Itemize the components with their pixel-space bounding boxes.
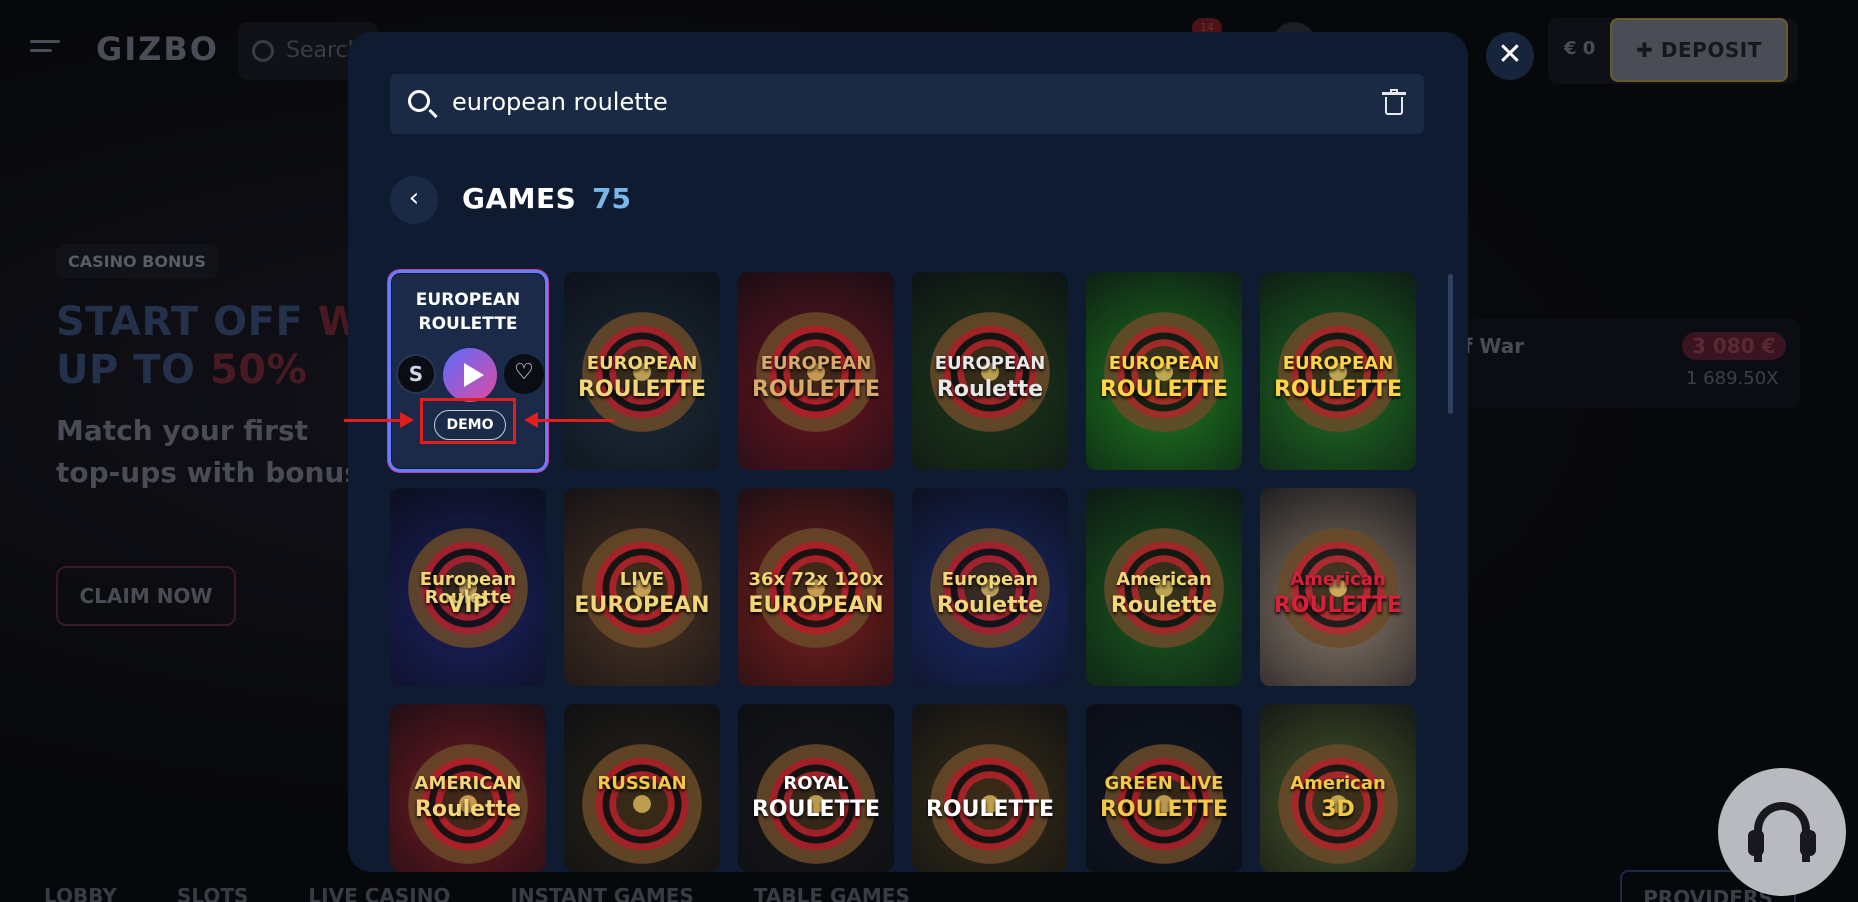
- game-art-text: ROULETTE: [577, 377, 707, 403]
- game-card[interactable]: American ROULETTE: [1260, 488, 1416, 686]
- game-art-text: GREEN LIVE: [1104, 772, 1224, 794]
- back-button[interactable]: ‹: [390, 176, 438, 224]
- game-art-text: EUROPEAN: [760, 353, 872, 375]
- support-chat-button[interactable]: [1718, 768, 1846, 896]
- play-button[interactable]: [443, 348, 497, 402]
- bottom-category-nav: LOBBY SLOTS LIVE CASINO INSTANT GAMES TA…: [44, 884, 910, 902]
- game-card[interactable]: LIVE EUROPEAN: [564, 488, 720, 686]
- search-icon: [252, 40, 274, 62]
- game-card[interactable]: EUROPEAN ROULETTE: [1260, 272, 1416, 470]
- games-count: 75: [592, 182, 631, 215]
- game-art-text: EUROPEAN: [574, 593, 710, 619]
- deposit-button[interactable]: ✚ DEPOSIT: [1610, 18, 1788, 82]
- nav-lobby[interactable]: LOBBY: [44, 884, 117, 902]
- win-multiplier: 1 689.50X: [1686, 368, 1779, 389]
- annotation-arrow-left: [524, 412, 614, 428]
- game-title: EUROPEAN ROULETTE: [392, 288, 544, 336]
- modal-search-input[interactable]: european roulette: [390, 74, 1424, 134]
- game-art-text: 36x 72x 120x: [748, 569, 884, 591]
- game-art-text: ROULETTE: [751, 377, 881, 403]
- balance-value: € 0: [1564, 38, 1596, 59]
- game-art-text: 3D: [1321, 796, 1355, 822]
- nav-live-casino[interactable]: LIVE CASINO: [308, 884, 450, 902]
- game-art-text: European: [941, 569, 1039, 591]
- game-card[interactable]: AMERICAN Roulette: [390, 704, 546, 872]
- casino-bonus-badge: CASINO BONUS: [56, 244, 218, 279]
- hero-title-part: UP TO: [56, 347, 210, 393]
- nav-instant-games[interactable]: INSTANT GAMES: [510, 884, 693, 902]
- roulette-wheel-art: [582, 744, 702, 864]
- hero-title: START OFF WI UP TO 50%: [56, 298, 378, 394]
- hero-subtitle-line: Match your first: [56, 414, 309, 447]
- game-card[interactable]: American 3D: [1260, 704, 1416, 872]
- game-title-line: EUROPEAN: [415, 290, 521, 310]
- search-value: european roulette: [452, 88, 668, 116]
- hero-title-part: START OFF: [56, 299, 318, 345]
- modal-scrollbar[interactable]: [1448, 274, 1453, 414]
- game-card[interactable]: EUROPEAN ROULETTE: [738, 272, 894, 470]
- game-card[interactable]: ROULETTE: [912, 704, 1068, 872]
- nav-table-games[interactable]: TABLE GAMES: [754, 884, 910, 902]
- headset-icon-right: [1800, 830, 1816, 856]
- game-art-text: American: [1116, 569, 1212, 591]
- close-modal-button[interactable]: ✕: [1486, 32, 1534, 80]
- game-card[interactable]: European Roulette: [912, 488, 1068, 686]
- game-art-text: RUSSIAN: [597, 772, 687, 794]
- menu-icon[interactable]: [30, 40, 60, 60]
- game-art-text: ROYAL: [783, 772, 849, 794]
- game-card[interactable]: ROYAL ROULETTE: [738, 704, 894, 872]
- hero-subtitle: Match your first top-ups with bonuse: [56, 410, 380, 494]
- game-card[interactable]: EUROPEAN ROULETTE: [564, 272, 720, 470]
- hero-title-part: 50%: [209, 347, 308, 393]
- game-art-text: EUROPEAN: [934, 353, 1046, 375]
- game-card[interactable]: 36x 72x 120x EUROPEAN: [738, 488, 894, 686]
- deposit-label: DEPOSIT: [1660, 38, 1762, 62]
- claim-now-button[interactable]: CLAIM NOW: [56, 566, 236, 626]
- game-art-text: ROULETTE: [1273, 593, 1403, 619]
- game-art-text: ROULETTE: [1099, 796, 1229, 822]
- game-card[interactable]: RUSSIAN: [564, 704, 720, 872]
- game-title-line: ROULETTE: [418, 314, 518, 334]
- game-art-text: VIP: [447, 593, 489, 619]
- game-art-text: American: [1290, 569, 1386, 591]
- search-modal: european roulette ‹ GAMES 75 EUROPEAN RO…: [348, 32, 1468, 872]
- section-title: GAMES: [462, 182, 577, 215]
- game-art-text: EUROPEAN: [748, 593, 884, 619]
- game-art-text: ROULETTE: [751, 796, 881, 822]
- game-card[interactable]: European Roulette VIP: [390, 488, 546, 686]
- game-card[interactable]: EUROPEAN ROULETTE: [1086, 272, 1242, 470]
- game-art-text: Roulette: [936, 593, 1044, 619]
- game-art-text: EUROPEAN: [1108, 353, 1220, 375]
- game-art-text: American: [1290, 772, 1386, 794]
- game-art-text: Roulette: [936, 377, 1044, 403]
- game-art-text: EUROPEAN: [1282, 353, 1394, 375]
- hero-subtitle-line: top-ups with bonuse: [56, 456, 381, 489]
- clear-search-icon[interactable]: [1382, 89, 1406, 115]
- win-amount: 3 080 €: [1682, 332, 1786, 360]
- game-art-text: LIVE: [619, 569, 665, 591]
- demo-highlight-box: [420, 398, 516, 444]
- game-art-text: Roulette: [1110, 593, 1218, 619]
- game-art-text: ROULETTE: [1273, 377, 1403, 403]
- search-icon: [408, 90, 430, 112]
- game-card[interactable]: GREEN LIVE ROULETTE: [1086, 704, 1242, 872]
- game-art-text: AMERICAN: [414, 772, 522, 794]
- favorite-heart-icon[interactable]: ♡: [504, 354, 544, 394]
- provider-icon: S: [396, 354, 436, 394]
- app-screen: GIZBO Search 14 € 0 ✚ DEPOSIT CASINO BON…: [0, 0, 1858, 902]
- nav-slots[interactable]: SLOTS: [177, 884, 248, 902]
- annotation-arrow-right: [344, 412, 414, 428]
- headset-icon-left: [1748, 830, 1764, 856]
- site-logo[interactable]: GIZBO: [96, 30, 219, 68]
- game-art-text: ROULETTE: [925, 796, 1055, 822]
- game-card[interactable]: EUROPEAN Roulette: [912, 272, 1068, 470]
- game-art-text: ROULETTE: [1099, 377, 1229, 403]
- game-card[interactable]: American Roulette: [1086, 488, 1242, 686]
- game-art-text: EUROPEAN: [586, 353, 698, 375]
- game-art-text: Roulette: [414, 796, 522, 822]
